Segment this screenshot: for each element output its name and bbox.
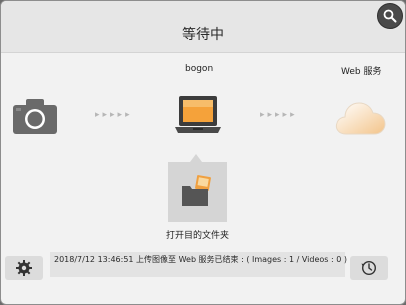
- main-window: 等待中 bogon Web 服务 ▸▸▸▸▸ ▸▸▸▸▸ 打开目的文件夹 201…: [0, 0, 406, 305]
- transfer-arrows-right: ▸▸▸▸▸: [260, 110, 298, 120]
- computer-name-label: bogon: [185, 64, 214, 74]
- open-destination-folder-button[interactable]: [168, 162, 227, 222]
- cloud-icon: [335, 102, 386, 135]
- status-bar: 2018/7/12 13:46:51 上传图像至 Web 服务已结束 : ( I…: [50, 252, 347, 277]
- settings-button[interactable]: [5, 256, 43, 280]
- gear-icon: [16, 260, 32, 276]
- web-service-device[interactable]: [334, 96, 386, 140]
- status-message: 2018/7/12 13:46:51 上传图像至 Web 服务已结束 : ( I…: [54, 255, 347, 264]
- history-button[interactable]: [350, 256, 388, 280]
- window-title: 等待中: [182, 27, 224, 43]
- computer-device[interactable]: [175, 95, 221, 139]
- web-service-label: Web 服务: [341, 67, 382, 77]
- folder-pointer: [190, 154, 202, 162]
- zoom-button[interactable]: [377, 3, 403, 29]
- clock-icon: [361, 260, 377, 276]
- transfer-arrows-left: ▸▸▸▸▸: [95, 110, 133, 120]
- camera-device[interactable]: [13, 98, 57, 138]
- camera-icon: [13, 99, 57, 134]
- magnifier-icon: [383, 9, 397, 23]
- open-folder-label: 打开目的文件夹: [165, 231, 229, 241]
- title-bar: 等待中: [1, 1, 405, 53]
- laptop-icon: [175, 96, 221, 133]
- photo-folder-icon: [182, 175, 211, 206]
